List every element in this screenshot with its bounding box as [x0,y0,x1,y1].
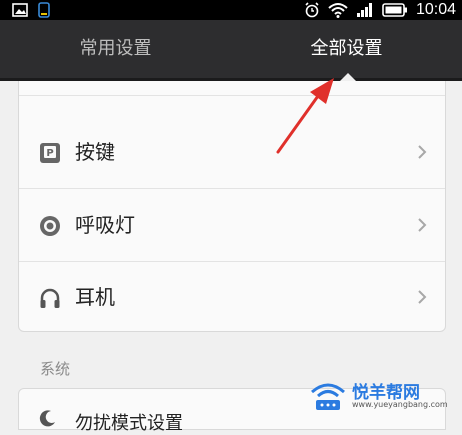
svg-text:P: P [46,148,53,159]
settings-tab-bar: 常用设置 全部设置 [0,20,462,81]
moon-icon [39,410,55,427]
notification-light-icon [40,216,60,236]
site-watermark: 悦羊帮网 www.yueyangbang.com [306,374,456,414]
battery-icon [382,3,407,17]
status-right: 10:04 [304,1,456,19]
active-tab-indicator [340,73,356,81]
status-time: 10:04 [415,1,456,18]
list-item-label: 按键 [75,140,115,164]
status-bar: 10:04 [0,0,462,20]
settings-list-card: 存储 P 按键 呼吸灯 耳机 [18,68,446,332]
wifi-icon [328,3,348,18]
list-item-label: 耳机 [75,285,115,309]
list-item-notification-light[interactable]: 呼吸灯 [19,189,445,262]
tab-common-settings[interactable]: 常用设置 [0,20,231,78]
watermark-url: www.yueyangbang.com [352,400,448,409]
alarm-icon [305,2,319,18]
list-item-buttons[interactable]: P 按键 [19,116,445,189]
section-header-system: 系统 [40,360,71,378]
list-item-label: 呼吸灯 [75,213,135,237]
watermark-logo-icon [311,383,345,410]
gallery-icon [12,3,28,17]
button-key-icon: P [40,143,60,163]
chevron-right-icon [418,290,427,304]
tab-all-settings[interactable]: 全部设置 [231,20,462,78]
signal-icon [356,3,372,17]
list-item-label: 勿扰模式设置 [75,413,183,434]
app-notification-icon [38,2,50,18]
status-left [12,2,50,18]
headphones-icon [40,288,60,308]
list-item-headphones[interactable]: 耳机 [19,261,445,331]
chevron-right-icon [418,218,427,232]
chevron-right-icon [418,145,427,159]
